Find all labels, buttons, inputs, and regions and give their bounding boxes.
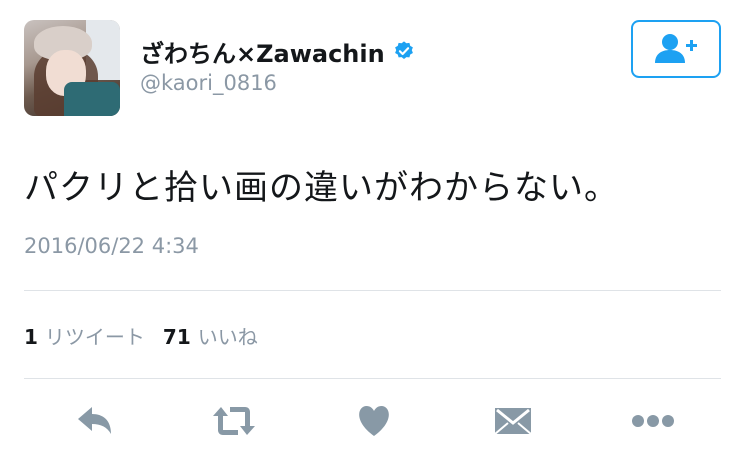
retweet-icon bbox=[213, 407, 255, 435]
user-name-row: ざわちん×Zawachin bbox=[140, 34, 415, 68]
envelope-icon bbox=[494, 408, 532, 435]
retweet-label[interactable]: リツイート bbox=[45, 321, 145, 350]
tweet-text: パクリと拾い画の違いがわからない。 bbox=[24, 168, 619, 208]
tweet-actions bbox=[0, 398, 745, 444]
message-button[interactable] bbox=[488, 398, 538, 444]
divider bbox=[24, 290, 721, 291]
reply-icon bbox=[78, 407, 111, 434]
user-handle[interactable]: @kaori_0816 bbox=[140, 71, 277, 95]
follow-button[interactable] bbox=[631, 20, 721, 78]
like-label[interactable]: いいね bbox=[198, 321, 258, 350]
tweet-stats: 1 リツイート 71 いいね bbox=[24, 321, 276, 350]
avatar[interactable] bbox=[24, 20, 120, 116]
heart-icon bbox=[359, 406, 389, 436]
more-button[interactable] bbox=[628, 398, 678, 444]
like-count[interactable]: 71 bbox=[163, 325, 191, 349]
tweet-timestamp[interactable]: 2016/06/22 4:34 bbox=[24, 234, 199, 258]
verified-badge-icon bbox=[394, 41, 413, 59]
add-user-icon bbox=[655, 34, 697, 63]
reply-button[interactable] bbox=[70, 398, 120, 444]
retweet-button[interactable] bbox=[209, 398, 259, 444]
display-name[interactable]: ざわちん×Zawachin bbox=[140, 34, 385, 69]
divider bbox=[24, 378, 721, 379]
like-button[interactable] bbox=[349, 398, 399, 444]
more-icon bbox=[632, 415, 674, 427]
retweet-count[interactable]: 1 bbox=[24, 325, 38, 349]
